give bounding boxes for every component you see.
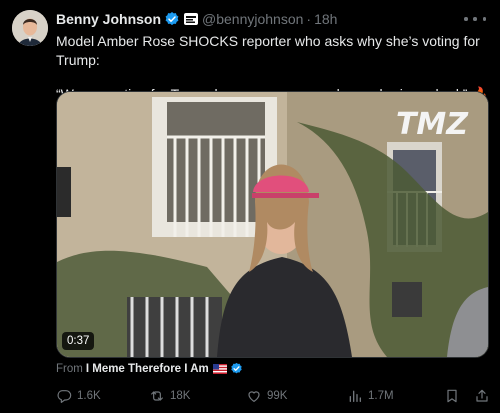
- timestamp[interactable]: 18h: [314, 11, 337, 27]
- verified-badge-icon[interactable]: [164, 11, 180, 27]
- reply-button[interactable]: 1.6K: [56, 386, 101, 406]
- verified-badge-icon[interactable]: [230, 362, 243, 375]
- reply-icon: [57, 390, 72, 403]
- display-name[interactable]: Benny Johnson: [56, 11, 161, 27]
- tmz-watermark: TMZ: [396, 107, 469, 142]
- reply-count: 1.6K: [77, 390, 101, 402]
- retweet-count: 18K: [170, 390, 191, 402]
- view-count: 1.7M: [368, 390, 394, 402]
- share-button[interactable]: [474, 386, 495, 406]
- video-frame: TMZ: [57, 92, 488, 357]
- action-bar: 1.6K 18K 99K 1.7M: [56, 386, 490, 406]
- separator-dot: ·: [306, 11, 312, 27]
- video-duration: 0:37: [62, 332, 95, 350]
- more-icon[interactable]: [464, 10, 486, 28]
- video-player[interactable]: TMZ: [56, 91, 489, 358]
- bookmark-button[interactable]: [444, 386, 465, 406]
- avatar[interactable]: [12, 10, 48, 46]
- affiliation-badge-icon[interactable]: [184, 13, 199, 25]
- views-icon: [349, 390, 361, 402]
- source-prefix: From: [56, 362, 83, 375]
- views-button[interactable]: 1.7M: [347, 386, 394, 406]
- like-icon: [248, 391, 260, 402]
- share-icon: [476, 389, 488, 402]
- tweet-card[interactable]: Benny Johnson @bennyjohnson · 18h Model …: [0, 0, 500, 413]
- like-count: 99K: [267, 390, 288, 402]
- us-flag-icon: [212, 363, 227, 374]
- user-handle[interactable]: @bennyjohnson: [202, 11, 303, 27]
- tweet-header: Benny Johnson @bennyjohnson · 18h: [56, 10, 337, 28]
- retweet-icon: [151, 391, 163, 401]
- like-button[interactable]: 99K: [246, 386, 287, 406]
- bookmark-icon: [447, 389, 457, 403]
- source-name[interactable]: I Meme Therefore I Am: [86, 363, 209, 375]
- retweet-button[interactable]: 18K: [149, 386, 190, 406]
- video-source: From I Meme Therefore I Am: [56, 362, 243, 375]
- tweet-text-line: Model Amber Rose SHOCKS reporter who ask…: [56, 33, 480, 68]
